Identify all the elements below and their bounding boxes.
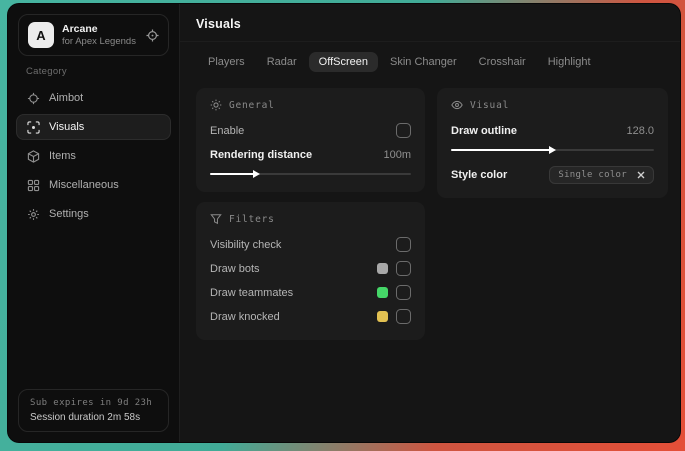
brand-card: A Arcane for Apex Legends <box>18 14 169 56</box>
enable-checkbox[interactable] <box>396 123 411 138</box>
visibility-check-label: Visibility check <box>210 238 282 251</box>
tab-radar[interactable]: Radar <box>257 52 307 72</box>
draw-knocked-color-swatch[interactable] <box>377 311 388 322</box>
page-title: Visuals <box>196 17 241 31</box>
draw-outline-label: Draw outline <box>451 124 518 137</box>
app-subtitle: for Apex Legends <box>62 35 136 47</box>
draw-bots-checkbox[interactable] <box>396 261 411 276</box>
panel-visual: Visual Draw outline 128.0 Style color Si… <box>437 88 668 198</box>
draw-knocked-label: Draw knocked <box>210 310 280 323</box>
draw-teammates-row: Draw teammates <box>210 282 411 303</box>
main-header: Visuals <box>180 4 680 42</box>
draw-knocked-checkbox[interactable] <box>396 309 411 324</box>
app-name: Arcane <box>62 22 98 35</box>
tab-skin-changer[interactable]: Skin Changer <box>380 52 467 72</box>
style-color-value: Single color <box>558 169 627 180</box>
draw-outline-value: 128.0 <box>626 124 654 137</box>
tab-offscreen[interactable]: OffScreen <box>308 52 378 72</box>
sidebar-nav: Aimbot Visuals Items Miscellaneous Setti… <box>8 85 179 227</box>
sun-icon <box>210 99 222 111</box>
enable-label: Enable <box>210 124 245 137</box>
tab-bar: Players Radar OffScreen Skin Changer Cro… <box>196 50 666 74</box>
grid-icon <box>27 179 40 192</box>
visibility-check-checkbox[interactable] <box>396 237 411 252</box>
rendering-distance-slider[interactable] <box>210 169 411 179</box>
sub-expires-text: Sub expires in 9d 23h <box>30 398 153 408</box>
style-color-label: Style color <box>451 168 508 181</box>
draw-bots-color-swatch[interactable] <box>377 263 388 274</box>
slider-thumb[interactable] <box>549 146 557 154</box>
rendering-distance-label: Rendering distance <box>210 148 313 161</box>
app-logo: A <box>28 22 54 48</box>
draw-knocked-row: Draw knocked <box>210 306 411 327</box>
tab-players[interactable]: Players <box>198 52 255 72</box>
sidebar-item-label: Items <box>49 150 76 162</box>
subscription-info-card: Sub expires in 9d 23h Session duration 2… <box>18 389 169 432</box>
brand-text: Arcane for Apex Legends <box>62 23 138 48</box>
draw-teammates-checkbox[interactable] <box>396 285 411 300</box>
sidebar: A Arcane for Apex Legends Category Aimbo… <box>8 4 180 442</box>
tab-crosshair[interactable]: Crosshair <box>469 52 536 72</box>
eye-icon <box>451 99 463 111</box>
slider-thumb[interactable] <box>253 170 261 178</box>
category-label: Category <box>26 66 67 77</box>
funnel-icon <box>210 213 222 225</box>
draw-bots-label: Draw bots <box>210 262 260 275</box>
rendering-distance-row: Rendering distance 100m <box>210 144 411 165</box>
content: General Enable Rendering distance 100m F… <box>180 74 680 340</box>
focus-icon <box>27 120 40 134</box>
style-color-select[interactable]: Single color <box>549 165 654 184</box>
panel-general: General Enable Rendering distance 100m <box>196 88 425 192</box>
sidebar-item-label: Aimbot <box>49 92 84 104</box>
crosshair-icon <box>27 92 40 105</box>
panel-title: Visual <box>470 99 510 111</box>
draw-teammates-color-swatch[interactable] <box>377 287 388 298</box>
sidebar-item-label: Settings <box>49 208 89 220</box>
draw-bots-row: Draw bots <box>210 258 411 279</box>
visibility-check-row: Visibility check <box>210 234 411 255</box>
gear-icon <box>27 208 40 221</box>
sidebar-item-miscellaneous[interactable]: Miscellaneous <box>16 172 171 198</box>
draw-outline-row: Draw outline 128.0 <box>451 120 654 141</box>
tab-highlight[interactable]: Highlight <box>538 52 601 72</box>
target-icon[interactable] <box>146 28 159 42</box>
style-color-row: Style color Single color <box>451 164 654 185</box>
enable-row: Enable <box>210 120 411 141</box>
draw-teammates-label: Draw teammates <box>210 286 294 299</box>
rendering-distance-value: 100m <box>383 148 411 161</box>
sidebar-item-settings[interactable]: Settings <box>16 201 171 227</box>
close-icon[interactable] <box>637 171 645 179</box>
panel-filters: Filters Visibility check Draw bots Draw … <box>196 202 425 340</box>
panel-title: General <box>229 99 275 111</box>
sidebar-item-label: Visuals <box>49 121 85 133</box>
sidebar-item-items[interactable]: Items <box>16 143 171 169</box>
session-duration-text: Session duration 2m 58s <box>30 412 141 423</box>
panel-title: Filters <box>229 213 275 225</box>
sidebar-item-label: Miscellaneous <box>49 179 119 191</box>
app-window: A Arcane for Apex Legends Category Aimbo… <box>7 3 681 443</box>
main-area: Visuals Players Radar OffScreen Skin Cha… <box>180 4 680 442</box>
sidebar-item-aimbot[interactable]: Aimbot <box>16 85 171 111</box>
draw-outline-slider[interactable] <box>451 145 654 155</box>
cube-icon <box>27 149 40 163</box>
sidebar-item-visuals[interactable]: Visuals <box>16 114 171 140</box>
